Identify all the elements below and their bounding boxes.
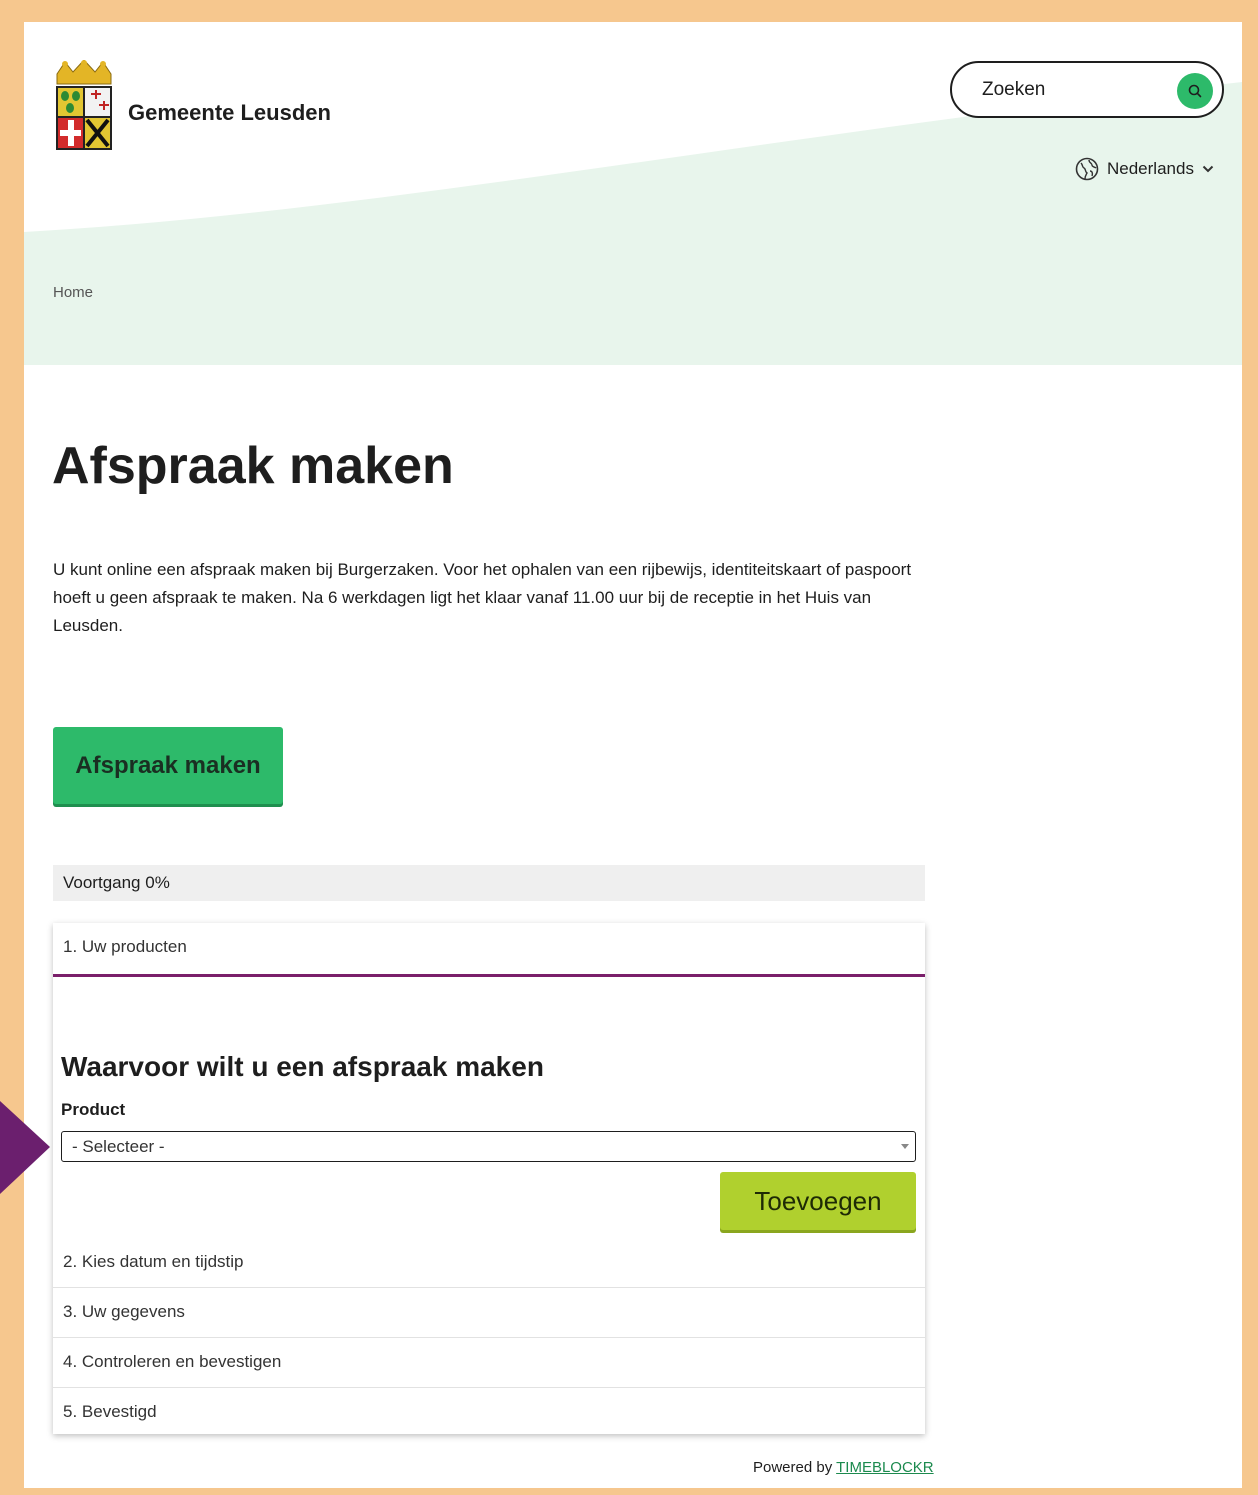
page-title: Afspraak maken bbox=[52, 437, 454, 495]
language-selector[interactable]: Nederlands bbox=[1075, 157, 1214, 181]
page: Gemeente Leusden Nederlands Home Afspraa… bbox=[24, 22, 1242, 1488]
step-question: Waarvoor wilt u een afspraak maken bbox=[61, 1051, 544, 1082]
product-select-value: - Selecteer - bbox=[72, 1137, 165, 1156]
appointment-steps: 1. Uw producten Waarvoor wilt u een afsp… bbox=[53, 923, 925, 1434]
search-button[interactable] bbox=[1177, 73, 1213, 109]
search-icon bbox=[1188, 84, 1202, 98]
progress-label: Voortgang 0% bbox=[63, 873, 170, 892]
step-products[interactable]: 1. Uw producten bbox=[53, 923, 925, 977]
search-box bbox=[950, 61, 1224, 118]
language-label: Nederlands bbox=[1107, 159, 1194, 178]
product-select[interactable]: - Selecteer - bbox=[61, 1131, 916, 1162]
breadcrumb-home[interactable]: Home bbox=[53, 284, 93, 301]
progress-bar: Voortgang 0% bbox=[53, 865, 925, 901]
step-review[interactable]: 4. Controleren en bevestigen bbox=[53, 1338, 925, 1388]
intro-text: U kunt online een afspraak maken bij Bur… bbox=[53, 560, 912, 635]
add-product-button[interactable]: Toevoegen bbox=[720, 1172, 916, 1230]
chevron-down-icon bbox=[1202, 165, 1214, 173]
step-date-time[interactable]: 2. Kies datum en tijdstip bbox=[53, 1238, 925, 1288]
search-input[interactable] bbox=[982, 75, 1172, 105]
municipality-logo[interactable] bbox=[53, 59, 115, 156]
powered-by-text: Powered by bbox=[753, 1459, 833, 1476]
vendor-link[interactable]: TIMEBLOCKR bbox=[836, 1459, 934, 1476]
caret-down-icon bbox=[901, 1144, 909, 1149]
product-label: Product bbox=[61, 1100, 126, 1119]
site-name[interactable]: Gemeente Leusden bbox=[128, 100, 331, 126]
make-appointment-button[interactable]: Afspraak maken bbox=[53, 727, 283, 804]
step-confirmed[interactable]: 5. Bevestigd bbox=[53, 1388, 925, 1438]
globe-icon bbox=[1075, 157, 1099, 181]
powered-by: Powered by TIMEBLOCKR bbox=[753, 1459, 934, 1476]
pointer-arrow-icon bbox=[0, 1101, 50, 1194]
step-details[interactable]: 3. Uw gegevens bbox=[53, 1288, 925, 1338]
